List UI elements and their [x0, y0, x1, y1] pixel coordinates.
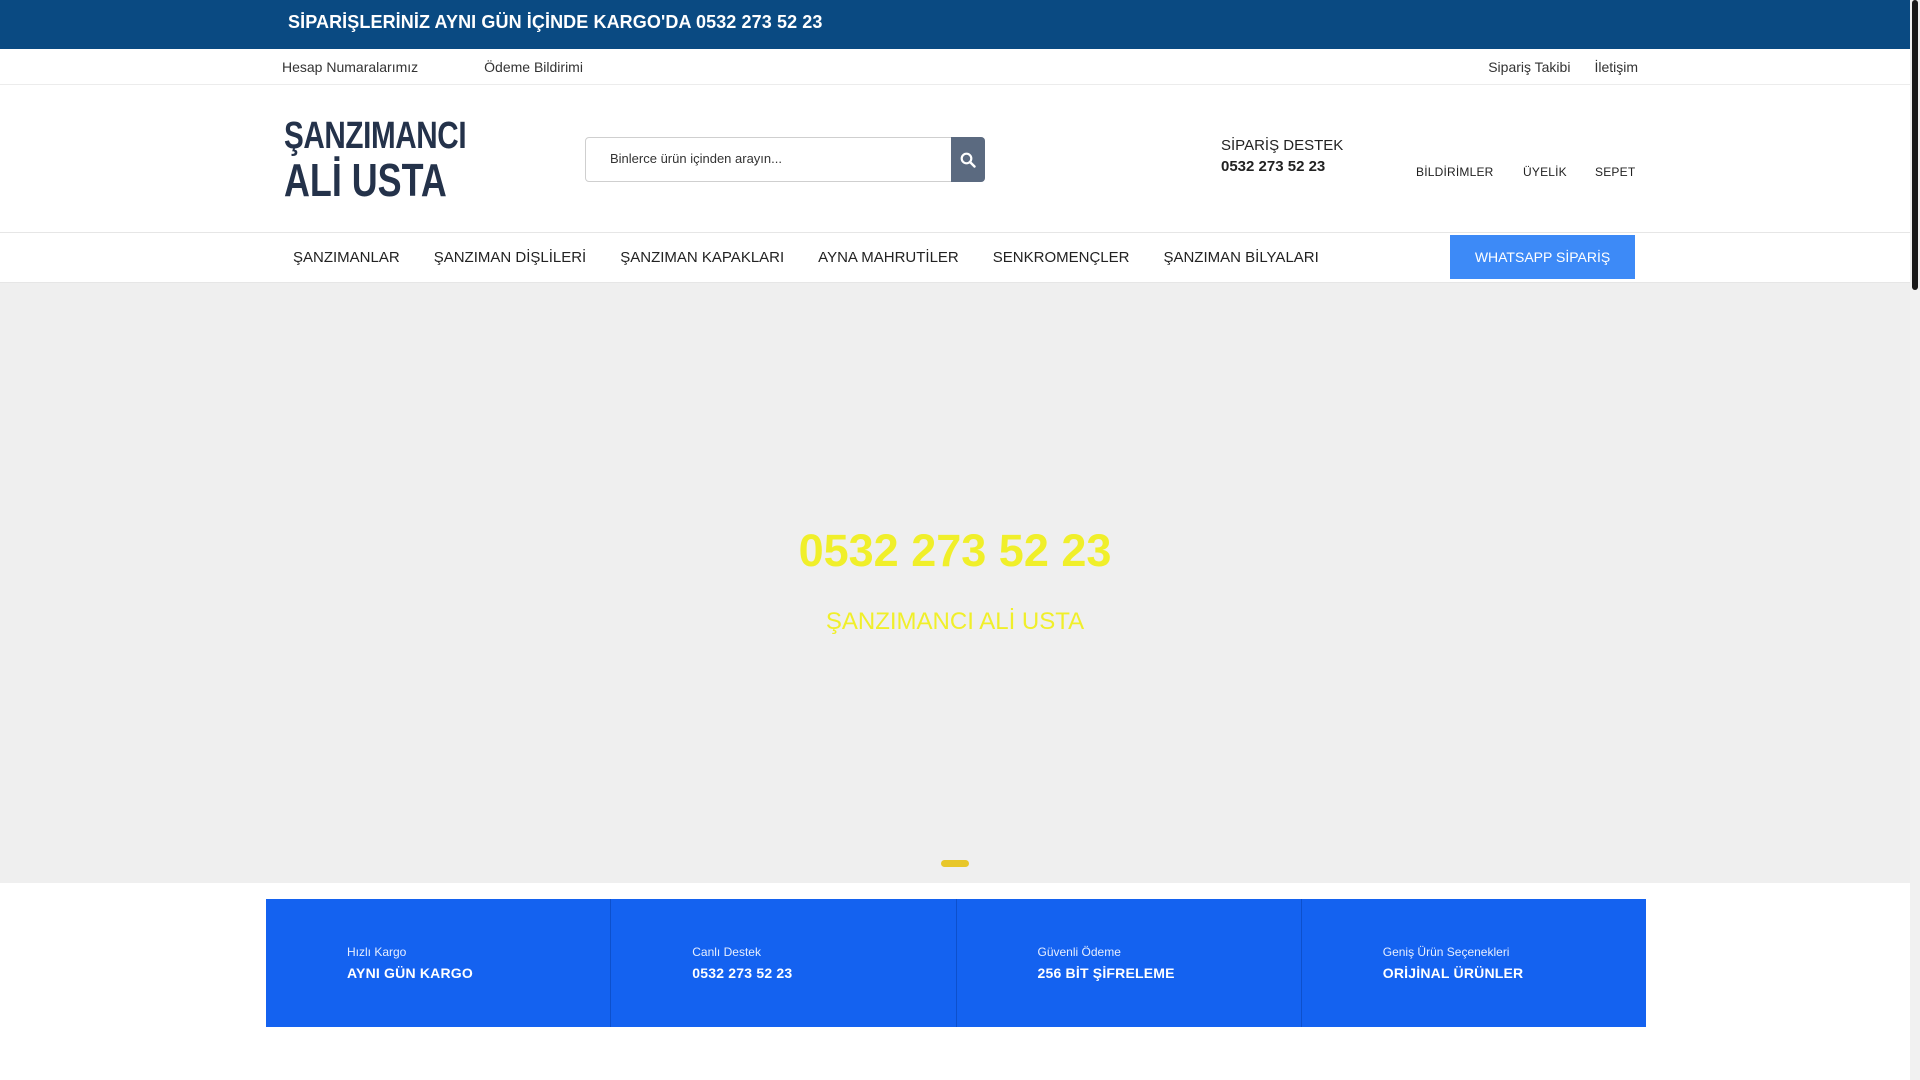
- feature-fast-shipping: Hızlı Kargo AYNI GÜN KARGO: [266, 899, 612, 1027]
- hero-brand: ŞANZIMANCI ALİ USTA: [825, 608, 1085, 635]
- site-header: ŞANZIMANCI ALİ USTA SİPARİŞ DESTEK 0532 …: [0, 85, 1910, 233]
- account-label: ÜYELİK: [1523, 165, 1567, 179]
- nav-item-pinion-gears[interactable]: AYNA MAHRUTİLER: [801, 249, 976, 266]
- cart-button[interactable]: SEPET: [1595, 135, 1635, 179]
- nav-item-covers[interactable]: ŞANZIMAN KAPAKLARI: [603, 249, 801, 266]
- order-tracking-link[interactable]: Sipariş Takibi: [1484, 59, 1570, 75]
- feature-value: 0532 273 52 23: [692, 965, 793, 981]
- contact-link[interactable]: İletişim: [1590, 59, 1638, 75]
- feature-title: Canlı Destek: [692, 945, 761, 959]
- search-box: [585, 137, 985, 182]
- nav-item-bearings[interactable]: ŞANZIMAN BİLYALARI: [1146, 249, 1335, 266]
- hero-phone: 0532 273 52 23: [798, 525, 1112, 576]
- logo-line-2: ALİ USTA: [284, 154, 447, 206]
- order-tracking-label: Sipariş Takibi: [1488, 59, 1571, 75]
- feature-value: AYNI GÜN KARGO: [347, 965, 473, 981]
- top-links-bar: Hesap Numaralarımız Ödeme Bildirimi Sipa…: [0, 49, 1910, 85]
- search-button[interactable]: [951, 137, 985, 182]
- payment-notice-label: Ödeme Bildirimi: [484, 59, 583, 75]
- announcement-bar: SİPARİŞLERİNİZ AYNI GÜN İÇİNDE KARGO'DA …: [0, 0, 1910, 49]
- notifications-button[interactable]: BİLDİRİMLER: [1416, 135, 1494, 179]
- notifications-label: BİLDİRİMLER: [1416, 165, 1494, 179]
- support-title: SİPARİŞ DESTEK: [1221, 137, 1344, 154]
- scrollbar-thumb[interactable]: [1912, 0, 1918, 290]
- nav-item-gears[interactable]: ŞANZIMAN DİŞLİLERİ: [417, 249, 604, 266]
- feature-title: Hızlı Kargo: [347, 945, 407, 959]
- contact-label: İletişim: [1594, 59, 1638, 75]
- page: SİPARİŞLERİNİZ AYNI GÜN İÇİNDE KARGO'DA …: [0, 0, 1910, 1080]
- feature-value: 256 BİT ŞİFRELEME: [1037, 965, 1175, 981]
- whatsapp-order-button[interactable]: WHATSAPP SİPARİŞ: [1450, 235, 1635, 279]
- feature-title: Güvenli Ödeme: [1037, 945, 1121, 959]
- features-strip: Hızlı Kargo AYNI GÜN KARGO Canlı Destek …: [266, 899, 1646, 1027]
- account-numbers-link[interactable]: Hesap Numaralarımız: [282, 59, 440, 75]
- order-support[interactable]: SİPARİŞ DESTEK 0532 273 52 23: [1215, 137, 1343, 175]
- slider-dot-active[interactable]: [941, 860, 969, 867]
- nav-item-synchronizers[interactable]: SENKROMENÇLER: [976, 249, 1147, 266]
- support-phone: 0532 273 52 23: [1221, 158, 1326, 175]
- account-numbers-label: Hesap Numaralarımız: [282, 59, 419, 75]
- feature-live-support: Canlı Destek 0532 273 52 23: [611, 899, 957, 1027]
- account-button[interactable]: ÜYELİK: [1523, 135, 1567, 179]
- search-input[interactable]: [610, 151, 930, 166]
- payment-notice-link[interactable]: Ödeme Bildirimi: [462, 59, 605, 75]
- scrollbar[interactable]: [1910, 0, 1920, 1080]
- feature-secure-payment: Güvenli Ödeme 256 BİT ŞİFRELEME: [956, 899, 1302, 1027]
- logo-line-1: ŞANZIMANCI: [284, 115, 467, 157]
- main-nav: ŞANZIMANLAR ŞANZIMAN DİŞLİLERİ ŞANZIMAN …: [0, 233, 1910, 283]
- cart-label: SEPET: [1595, 165, 1636, 179]
- announcement-text: SİPARİŞLERİNİZ AYNI GÜN İÇİNDE KARGO'DA …: [288, 12, 823, 32]
- hero-slider[interactable]: 0532 273 52 23 ŞANZIMANCI ALİ USTA: [0, 283, 1910, 883]
- logo[interactable]: ŞANZIMANCI ALİ USTA: [276, 111, 476, 209]
- search-icon: [960, 152, 976, 168]
- feature-title: Geniş Ürün Seçenekleri: [1382, 945, 1510, 959]
- nav-item-transmissions[interactable]: ŞANZIMANLAR: [276, 249, 417, 266]
- feature-value: ORİJİNAL ÜRÜNLER: [1382, 965, 1524, 981]
- feature-wide-selection: Geniş Ürün Seçenekleri ORİJİNAL ÜRÜNLER: [1301, 899, 1646, 1027]
